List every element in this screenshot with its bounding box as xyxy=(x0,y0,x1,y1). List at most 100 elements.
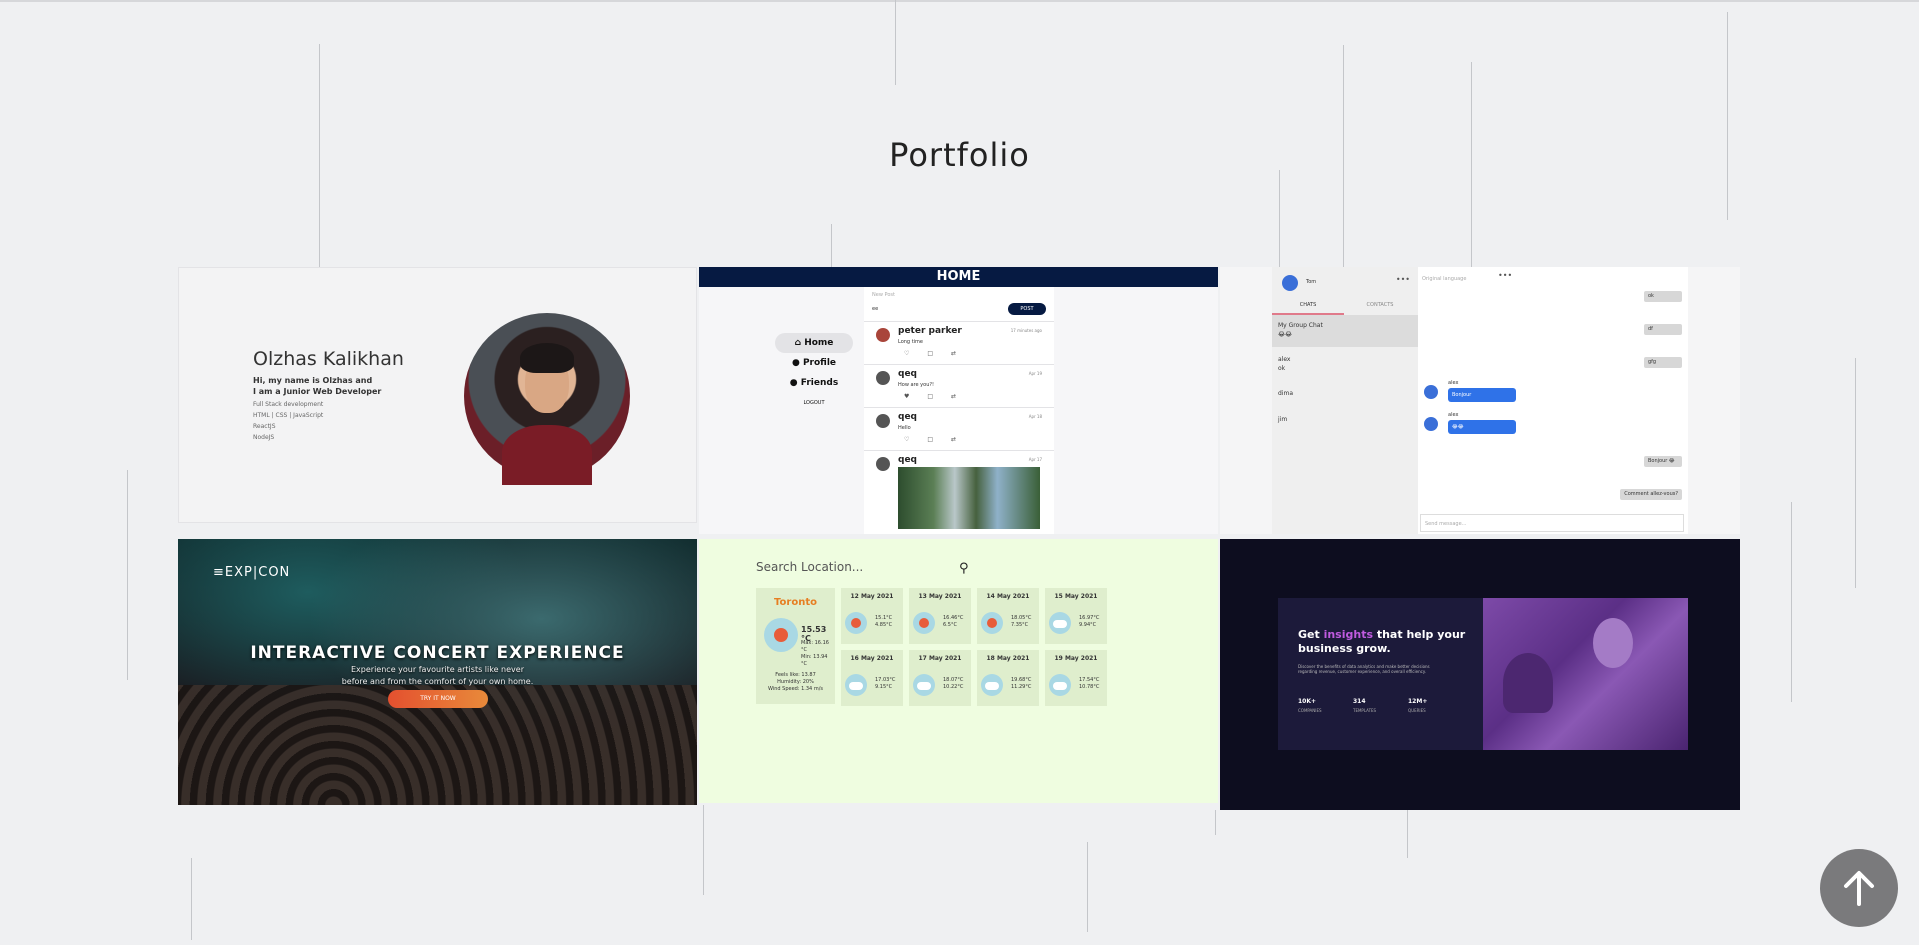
sun-icon xyxy=(845,612,867,634)
forecast-date: 12 May 2021 xyxy=(850,593,894,600)
forecast-low: 10.22°C xyxy=(943,684,964,690)
cloud-icon xyxy=(1049,674,1071,696)
sun-icon xyxy=(913,612,935,634)
page-title: Portfolio xyxy=(889,136,1030,174)
chat-name: alex xyxy=(1278,356,1291,363)
intro-line: I am a Junior Web Developer xyxy=(253,387,382,396)
project-card-chat-app[interactable]: Tom ••• CHATS CONTACTS My Group Chat 😂😂 a… xyxy=(1220,267,1740,534)
post-date: 17 minutes ago xyxy=(1010,328,1042,333)
post-author: qeq xyxy=(898,369,917,379)
chat-item: alex ok xyxy=(1272,353,1418,377)
message-received: gfg xyxy=(1644,357,1682,368)
hero-intro: Hi, my name is Olzhas and I am a Junior … xyxy=(253,375,413,397)
bg-line xyxy=(1791,502,1792,702)
post-item: qeq How are you?! Apr 19 ♥□⇄ xyxy=(864,365,1054,408)
chat-tabs: CHATS CONTACTS xyxy=(1272,297,1418,315)
cta-button: TRY IT NOW xyxy=(388,690,488,708)
post-date: Apr 18 xyxy=(1028,414,1042,419)
forecast-day: 19 May 2021 17.54°C 10.78°C xyxy=(1045,650,1107,706)
arrow-up-icon xyxy=(1844,871,1874,906)
post-image xyxy=(898,467,1040,529)
tab-chats: CHATS xyxy=(1272,297,1344,315)
forecast-date: 15 May 2021 xyxy=(1054,593,1098,600)
forecast-low: 4.85°C xyxy=(875,622,893,628)
post-text: Hello xyxy=(898,425,911,431)
stat-label: QUERIES xyxy=(1408,708,1426,713)
stat-value: 314 xyxy=(1353,698,1366,705)
message-received: df xyxy=(1644,324,1682,335)
subtitle-line: Experience your favourite artists like n… xyxy=(351,665,524,674)
forecast-day: 13 May 2021 16.46°C 6.5°C xyxy=(909,588,971,644)
bg-line xyxy=(703,805,704,895)
forecast-date: 17 May 2021 xyxy=(918,655,962,662)
search-icon: ⚲ xyxy=(959,561,969,576)
sun-icon xyxy=(981,612,1003,634)
subtitle-line: before and from the comfort of your own … xyxy=(341,677,534,686)
scroll-to-top-button[interactable] xyxy=(1820,849,1898,927)
forecast-temps: 15.1°C 4.85°C xyxy=(875,615,892,629)
nav-home: ⌂ Home xyxy=(775,333,853,353)
forecast-high: 19.68°C xyxy=(1011,677,1032,683)
bg-line xyxy=(1279,170,1280,267)
cloud-icon xyxy=(913,674,935,696)
wind-speed: Wind Speed: 1.34 m/s xyxy=(768,686,823,692)
project-card-analytics[interactable]: Get insights that help your business gro… xyxy=(1220,539,1740,810)
project-card-weather[interactable]: Search Location... ⚲ Toronto 15.53 °C Ma… xyxy=(699,539,1218,803)
photo-shirt xyxy=(502,425,592,485)
location-search: Search Location... xyxy=(756,560,864,574)
avatar xyxy=(876,457,890,471)
avatar xyxy=(876,371,890,385)
forecast-day: 17 May 2021 18.07°C 10.22°C xyxy=(909,650,971,706)
bg-line xyxy=(1727,12,1728,220)
message-received: Comment allez-vous? xyxy=(1620,489,1682,500)
language-toggle: Original language xyxy=(1422,276,1467,282)
project-card-social-app[interactable]: HOME ⌂ Home ● Profile ● Friends LOGOUT N… xyxy=(699,267,1218,534)
bg-line xyxy=(831,224,832,267)
tab-contacts: CONTACTS xyxy=(1366,302,1394,308)
forecast-low: 7.35°C xyxy=(1011,622,1029,628)
message-received: ok xyxy=(1644,291,1682,302)
forecast-date: 14 May 2021 xyxy=(986,593,1030,600)
post-date: Apr 17 xyxy=(1028,457,1042,462)
forecast-day: 14 May 2021 18.05°C 7.35°C xyxy=(977,588,1039,644)
stat-label: TEMPLATES xyxy=(1353,708,1377,713)
forecast-high: 16.46°C xyxy=(943,615,964,621)
forecast-temps: 18.05°C 7.35°C xyxy=(1011,615,1031,629)
chat-name: dima xyxy=(1278,390,1293,397)
forecast-high: 18.07°C xyxy=(943,677,964,683)
forecast-day: 15 May 2021 16.97°C 9.94°C xyxy=(1045,588,1107,644)
forecast-low: 9.94°C xyxy=(1079,622,1097,628)
post-author: peter parker xyxy=(898,326,962,336)
post-item: qeq Hello Apr 18 ♡□⇄ xyxy=(864,408,1054,451)
skill-item: Full Stack development xyxy=(253,401,324,408)
cloud-icon xyxy=(1049,612,1071,634)
avatar xyxy=(876,414,890,428)
project-card-personal-site[interactable]: Olzhas Kalikhan Hi, my name is Olzhas an… xyxy=(178,267,697,523)
hero-headline: Get insights that help your business gro… xyxy=(1298,628,1466,655)
forecast-temps: 19.68°C 11.29°C xyxy=(1011,677,1031,691)
forecast-high: 17.54°C xyxy=(1079,677,1100,683)
hero-subtitle: Experience your favourite artists like n… xyxy=(178,664,697,688)
project-card-concert[interactable]: ≡EXP|CON INTERACTIVE CONCERT EXPERIENCE … xyxy=(178,539,697,805)
skill-item: ReactJS xyxy=(253,423,276,430)
forecast-day: 12 May 2021 15.1°C 4.85°C xyxy=(841,588,903,644)
post-item: peter parker Long time 17 minutes ago ♡□… xyxy=(864,322,1054,365)
forecast-date: 13 May 2021 xyxy=(918,593,962,600)
cloud-icon xyxy=(845,674,867,696)
sender-name: alex xyxy=(1448,412,1459,418)
forecast-temps: 17.54°C 10.78°C xyxy=(1079,677,1099,691)
hero-body: Discover the benefits of data analytics … xyxy=(1298,664,1430,674)
chat-item: My Group Chat 😂😂 xyxy=(1272,315,1418,347)
chat-name: My Group Chat xyxy=(1278,322,1323,329)
more-icon: ••• xyxy=(1395,275,1410,284)
office-photo xyxy=(1483,598,1688,750)
chat-item: dima xyxy=(1272,389,1418,407)
humidity: Humidity: 20% xyxy=(777,679,814,685)
avatar xyxy=(876,328,890,342)
bg-line xyxy=(191,858,192,940)
post-date: Apr 19 xyxy=(1028,371,1042,376)
portfolio-grid: Olzhas Kalikhan Hi, my name is Olzhas an… xyxy=(178,267,1740,810)
forecast-low: 10.78°C xyxy=(1079,684,1100,690)
chat-preview: ok xyxy=(1278,365,1286,372)
forecast-high: 18.05°C xyxy=(1011,615,1032,621)
